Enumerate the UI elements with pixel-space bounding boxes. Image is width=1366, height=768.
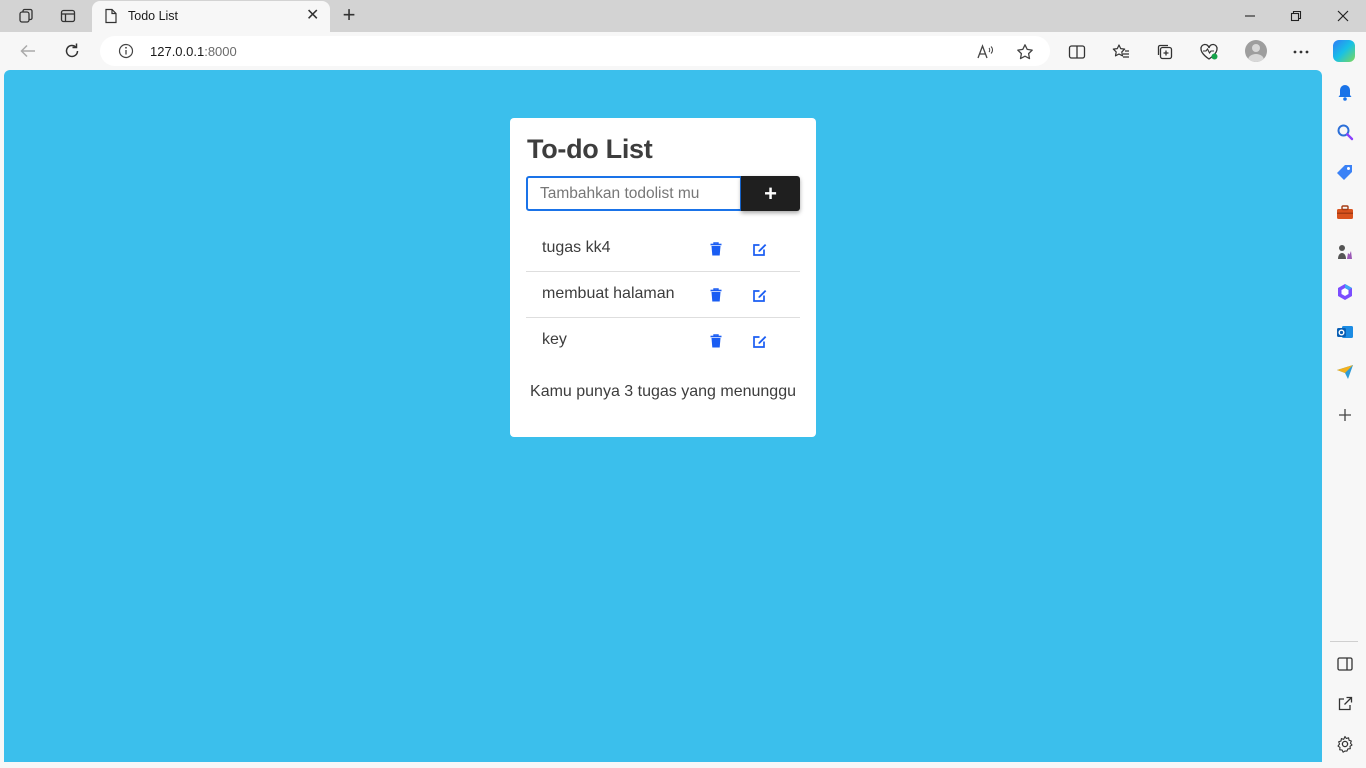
read-aloud-icon[interactable] — [975, 42, 995, 62]
restore-icon[interactable] — [1286, 6, 1306, 26]
close-tab-icon[interactable]: ✕ — [306, 7, 319, 25]
close-window-icon[interactable] — [1333, 6, 1353, 26]
todo-card: To-do List + tugas kk4 membuat halaman — [510, 118, 816, 437]
external-link-icon[interactable] — [1334, 693, 1356, 715]
browser-sidebar — [1324, 70, 1366, 768]
pending-count-text: Kamu punya 3 tugas yang menunggu — [530, 383, 796, 400]
send-icon[interactable] — [1334, 361, 1356, 383]
minimize-icon[interactable] — [1240, 6, 1260, 26]
workspaces-icon[interactable] — [14, 5, 38, 27]
tab-title: Todo List — [128, 9, 179, 23]
trash-icon[interactable] — [708, 287, 724, 303]
trash-icon[interactable] — [708, 333, 724, 349]
add-icon[interactable] — [1334, 404, 1356, 426]
page-title: To-do List — [527, 134, 653, 164]
refresh-icon[interactable] — [60, 40, 84, 62]
todo-input[interactable] — [526, 176, 742, 211]
chess-icon[interactable] — [1334, 241, 1356, 263]
browser-title-bar: Todo List ✕ + — [0, 0, 1366, 32]
todo-item: membuat halaman — [526, 272, 800, 318]
tab-todo-list[interactable]: Todo List ✕ — [92, 1, 330, 32]
copilot-icon[interactable] — [1333, 40, 1355, 62]
more-icon[interactable] — [1290, 41, 1312, 63]
page-viewport: To-do List + tugas kk4 membuat halaman — [4, 70, 1322, 762]
sidebar-toggle-icon[interactable] — [1334, 653, 1356, 675]
document-icon — [104, 8, 118, 29]
settings-icon[interactable] — [1334, 733, 1356, 755]
trash-icon[interactable] — [708, 241, 724, 257]
edit-icon[interactable] — [752, 287, 768, 303]
add-todo-button[interactable]: + — [741, 176, 800, 211]
split-screen-icon[interactable] — [1066, 41, 1088, 63]
browser-essentials-icon[interactable] — [1198, 41, 1220, 63]
todo-text: tugas kk4 — [542, 239, 611, 256]
todo-text: membuat halaman — [542, 285, 675, 302]
new-tab-button[interactable]: + — [338, 4, 360, 28]
search-icon[interactable] — [1334, 121, 1356, 143]
tab-actions-icon[interactable] — [56, 5, 80, 27]
outlook-icon[interactable] — [1334, 321, 1356, 343]
star-icon[interactable] — [1015, 42, 1035, 62]
collections-icon[interactable] — [1154, 41, 1176, 63]
info-icon[interactable] — [118, 43, 134, 64]
edit-icon[interactable] — [752, 333, 768, 349]
address-bar[interactable]: 127.0.0.1:8000 — [100, 36, 1050, 66]
profile-avatar[interactable] — [1245, 40, 1267, 62]
url-text: 127.0.0.1:8000 — [150, 44, 237, 59]
tag-icon[interactable] — [1334, 161, 1356, 183]
bell-icon[interactable] — [1334, 81, 1356, 103]
todo-item: tugas kk4 — [526, 226, 800, 272]
office-icon[interactable] — [1334, 281, 1356, 303]
toolbox-icon[interactable] — [1334, 201, 1356, 223]
edit-icon[interactable] — [752, 241, 768, 257]
favorites-icon[interactable] — [1110, 41, 1132, 63]
todo-item: key — [526, 318, 800, 364]
back-arrow-icon[interactable] — [16, 40, 40, 62]
sidebar-divider — [1330, 641, 1358, 642]
todo-text: key — [542, 331, 567, 348]
todo-list: tugas kk4 membuat halaman key — [526, 226, 800, 364]
bottom-strip — [0, 762, 1324, 768]
browser-toolbar: 127.0.0.1:8000 — [0, 32, 1366, 70]
